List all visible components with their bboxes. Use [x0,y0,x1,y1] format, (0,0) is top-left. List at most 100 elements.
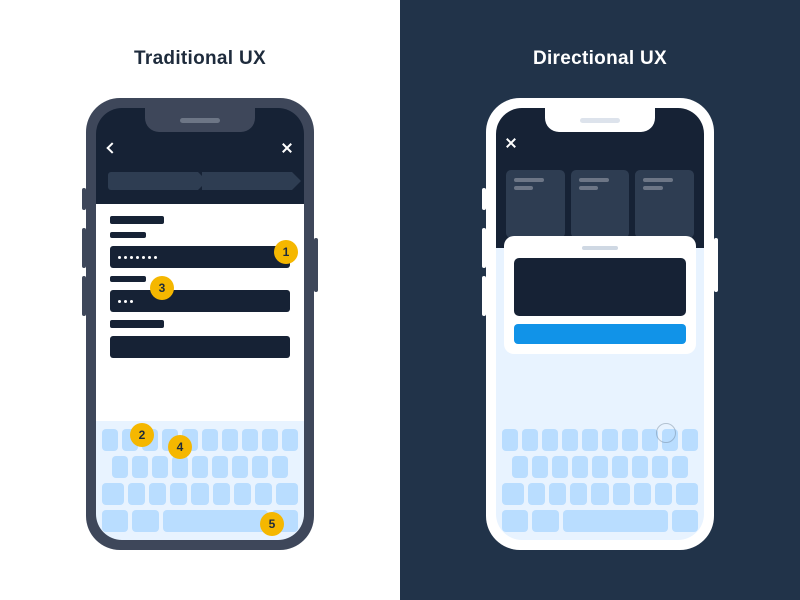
key[interactable] [570,483,587,505]
power-button [714,238,718,292]
space-key[interactable] [163,510,268,532]
card-carousel[interactable] [506,170,694,238]
key[interactable] [522,429,538,451]
key[interactable] [252,456,268,478]
speaker-icon [580,118,620,123]
key[interactable] [149,483,166,505]
close-icon[interactable] [282,143,292,153]
space-key[interactable] [563,510,668,532]
close-icon[interactable] [506,138,516,148]
key[interactable] [542,429,558,451]
tab-step-1[interactable] [108,172,198,190]
key[interactable] [128,483,145,505]
field-sublabel [110,276,146,282]
key[interactable] [170,483,187,505]
emoji-key[interactable] [132,510,158,532]
key[interactable] [102,429,118,451]
key[interactable] [682,429,698,451]
key[interactable] [242,429,258,451]
key[interactable] [234,483,251,505]
directional-title: Directional UX [533,48,667,70]
keyboard [496,421,704,540]
field-sublabel [110,232,146,238]
primary-button[interactable] [514,324,686,344]
screen: 1 3 2 4 5 [96,108,304,540]
key[interactable] [192,456,208,478]
text-field[interactable] [110,336,290,358]
backspace-key[interactable] [276,483,298,505]
option-card[interactable] [635,170,694,238]
numbers-key[interactable] [102,510,128,532]
key[interactable] [622,429,638,451]
key[interactable] [655,483,672,505]
key[interactable] [634,483,651,505]
key[interactable] [262,429,278,451]
key[interactable] [549,483,566,505]
key[interactable] [582,429,598,451]
password-field-1[interactable]: 1 [110,246,290,268]
phone-traditional: 1 3 2 4 5 [86,98,314,550]
emoji-key[interactable] [532,510,558,532]
shift-key[interactable] [102,483,124,505]
screen [496,108,704,540]
key[interactable] [502,429,518,451]
key[interactable] [552,456,568,478]
field-label [110,320,164,328]
password-field-2[interactable]: 3 [110,290,290,312]
key[interactable] [592,456,608,478]
notch [145,108,255,132]
option-card[interactable] [506,170,565,238]
key[interactable] [532,456,548,478]
return-key[interactable] [672,510,698,532]
key[interactable] [512,456,528,478]
key[interactable] [172,456,188,478]
step-badge-5: 5 [260,512,284,536]
key[interactable] [232,456,248,478]
bottom-area [496,248,704,540]
key[interactable] [191,483,208,505]
key[interactable] [613,483,630,505]
numbers-key[interactable] [502,510,528,532]
key[interactable] [272,456,288,478]
key[interactable] [282,429,298,451]
bottom-sheet[interactable] [504,236,696,354]
key[interactable] [528,483,545,505]
step-badge-4: 4 [168,435,192,459]
key[interactable] [152,456,168,478]
key[interactable] [132,456,148,478]
key[interactable] [255,483,272,505]
backspace-key[interactable] [676,483,698,505]
phone-directional [486,98,714,550]
form-content: 1 3 [96,204,304,421]
key[interactable] [591,483,608,505]
key[interactable] [202,429,218,451]
input-display[interactable] [514,258,686,316]
volume-down-button [482,276,486,316]
notch [545,108,655,132]
mute-switch [82,188,86,210]
key[interactable] [562,429,578,451]
step-badge-2: 2 [130,423,154,447]
option-card[interactable] [571,170,630,238]
key[interactable] [212,456,228,478]
back-icon[interactable] [106,142,117,153]
volume-up-button [482,228,486,268]
key[interactable] [222,429,238,451]
key[interactable] [632,456,648,478]
power-button [314,238,318,292]
key[interactable] [672,456,688,478]
volume-down-button [82,276,86,316]
key[interactable] [213,483,230,505]
key[interactable] [652,456,668,478]
tab-step-2[interactable] [202,172,292,190]
key[interactable] [572,456,588,478]
key[interactable] [612,456,628,478]
breadcrumb-tabs [108,172,292,190]
drag-handle-icon[interactable] [582,246,618,250]
step-badge-1: 1 [274,240,298,264]
key[interactable] [112,456,128,478]
step-badge-3: 3 [150,276,174,300]
key[interactable] [602,429,618,451]
shift-key[interactable] [502,483,524,505]
touch-indicator-icon [656,423,676,443]
